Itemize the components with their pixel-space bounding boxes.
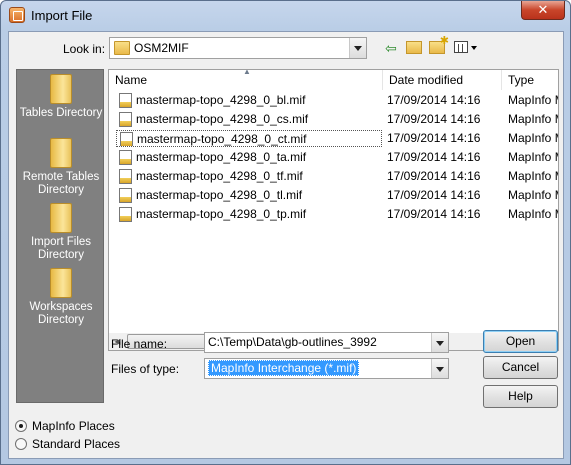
file-name: mastermap-topo_4298_0_tl.mif <box>136 188 303 202</box>
column-header-date[interactable]: Date modified <box>383 70 502 90</box>
place-label: Remote Tables Directory <box>22 171 100 196</box>
file-date: 17/09/2014 14:16 <box>387 207 481 221</box>
close-button[interactable]: ✕ <box>521 1 565 20</box>
file-type-label: Files of type: <box>111 362 180 376</box>
file-date: 17/09/2014 14:16 <box>387 188 481 202</box>
file-type: MapInfo M <box>508 131 558 145</box>
dialog-body: Look in: OSM2MIF ⇦ Tables Directory Remo… <box>8 31 564 459</box>
file-row[interactable]: mastermap-topo_4298_0_tl.mif 17/09/2014 … <box>109 186 558 205</box>
cancel-button[interactable]: Cancel <box>483 356 558 379</box>
file-date: 17/09/2014 14:16 <box>387 93 481 107</box>
file-row[interactable]: mastermap-topo_4298_0_cs.mif 17/09/2014 … <box>109 110 558 129</box>
column-header-label: Name <box>115 73 148 87</box>
mif-file-icon <box>119 112 132 127</box>
look-in-value: OSM2MIF <box>134 41 189 55</box>
look-in-label: Look in: <box>63 42 106 56</box>
views-menu-icon[interactable] <box>454 41 468 53</box>
file-name-cell: mastermap-topo_4298_0_tl.mif <box>116 187 382 204</box>
radio-label: Standard Places <box>32 437 121 451</box>
folder-icon <box>114 41 130 55</box>
mif-file-icon <box>119 207 132 222</box>
file-name: mastermap-topo_4298_0_cs.mif <box>136 112 309 126</box>
place-workspaces-directory[interactable]: Workspaces Directory <box>17 268 105 327</box>
folder-icon <box>50 268 72 298</box>
file-row[interactable]: mastermap-topo_4298_0_ta.mif 17/09/2014 … <box>109 148 558 167</box>
file-name: mastermap-topo_4298_0_bl.mif <box>136 93 306 107</box>
places-bar: Tables Directory Remote Tables Directory… <box>16 69 104 403</box>
radio-label: MapInfo Places <box>32 419 115 433</box>
file-name-cell: mastermap-topo_4298_0_tf.mif <box>116 168 382 185</box>
file-name-cell: mastermap-topo_4298_0_tp.mif <box>116 206 382 223</box>
mif-file-icon <box>119 93 132 108</box>
up-folder-icon[interactable] <box>406 41 422 54</box>
file-type: MapInfo M <box>508 207 558 221</box>
place-label: Import Files Directory <box>30 236 92 261</box>
folder-icon <box>50 203 72 233</box>
column-header-type[interactable]: Type <box>502 70 558 90</box>
place-label: Workspaces Directory <box>29 301 93 326</box>
file-date: 17/09/2014 14:16 <box>387 150 481 164</box>
file-type: MapInfo M <box>508 150 558 164</box>
file-name: mastermap-topo_4298_0_ta.mif <box>136 150 307 164</box>
views-dropdown-arrow-icon[interactable] <box>471 46 477 50</box>
place-remote-tables-directory[interactable]: Remote Tables Directory <box>17 138 105 197</box>
file-type: MapInfo M <box>508 112 558 126</box>
open-button[interactable]: Open <box>483 330 558 353</box>
file-name: mastermap-topo_4298_0_ct.mif <box>137 132 307 146</box>
mif-file-icon <box>119 188 132 203</box>
column-header-name[interactable]: ▲ Name <box>109 70 383 90</box>
mif-file-icon <box>120 132 133 146</box>
back-icon[interactable]: ⇦ <box>385 41 401 55</box>
file-date: 17/09/2014 14:16 <box>387 131 481 145</box>
file-date: 17/09/2014 14:16 <box>387 112 481 126</box>
mif-file-icon <box>119 150 132 165</box>
chevron-down-icon[interactable] <box>431 333 448 352</box>
file-date: 17/09/2014 14:16 <box>387 169 481 183</box>
file-type: MapInfo M <box>508 93 558 107</box>
file-row[interactable]: mastermap-topo_4298_0_tp.mif 17/09/2014 … <box>109 205 558 224</box>
import-file-dialog: Import File ✕ Look in: OSM2MIF ⇦ Tables … <box>0 0 571 465</box>
chevron-down-icon[interactable] <box>431 359 448 378</box>
place-tables-directory[interactable]: Tables Directory <box>17 74 105 120</box>
sort-ascending-icon: ▲ <box>243 69 251 76</box>
radio-selected-icon[interactable] <box>15 420 27 432</box>
file-list[interactable]: ▲ Name Date modified Type mastermap-topo… <box>108 69 559 351</box>
file-type: MapInfo M <box>508 169 558 183</box>
file-name-label: File name: <box>111 337 168 351</box>
file-name-cell: mastermap-topo_4298_0_bl.mif <box>116 92 382 109</box>
file-name-cell: mastermap-topo_4298_0_ct.mif <box>116 130 382 147</box>
column-header-label: Type <box>508 73 535 87</box>
file-row-selected[interactable]: mastermap-topo_4298_0_ct.mif 17/09/2014 … <box>109 129 558 148</box>
file-type: MapInfo M <box>508 188 558 202</box>
folder-icon <box>50 138 72 168</box>
file-name: mastermap-topo_4298_0_tf.mif <box>136 169 303 183</box>
place-label: Tables Directory <box>19 107 103 119</box>
file-name-value: C:\Temp\Data\gb-outlines_3992 <box>208 335 377 349</box>
file-name-cell: mastermap-topo_4298_0_cs.mif <box>116 111 382 128</box>
file-name-input[interactable]: C:\Temp\Data\gb-outlines_3992 <box>204 332 449 353</box>
file-type-dropdown[interactable]: MapInfo Interchange (*.mif) <box>204 358 449 379</box>
mif-file-icon <box>119 169 132 184</box>
file-name: mastermap-topo_4298_0_tp.mif <box>136 207 307 221</box>
help-button[interactable]: Help <box>483 385 558 408</box>
title-bar[interactable]: Import File ✕ <box>1 1 570 31</box>
file-row[interactable]: mastermap-topo_4298_0_tf.mif 17/09/2014 … <box>109 167 558 186</box>
app-icon <box>9 7 25 23</box>
folder-icon <box>50 74 72 104</box>
look-in-dropdown[interactable]: OSM2MIF <box>109 37 367 59</box>
file-type-value: MapInfo Interchange (*.mif) <box>208 360 360 376</box>
radio-unselected-icon[interactable] <box>15 438 27 450</box>
dialog-title: Import File <box>31 8 93 23</box>
new-folder-icon[interactable] <box>429 34 449 54</box>
file-name-cell: mastermap-topo_4298_0_ta.mif <box>116 149 382 166</box>
column-header-label: Date modified <box>389 73 464 87</box>
chevron-down-icon[interactable] <box>349 38 366 58</box>
file-row[interactable]: mastermap-topo_4298_0_bl.mif 17/09/2014 … <box>109 91 558 110</box>
place-import-files-directory[interactable]: Import Files Directory <box>17 203 105 262</box>
